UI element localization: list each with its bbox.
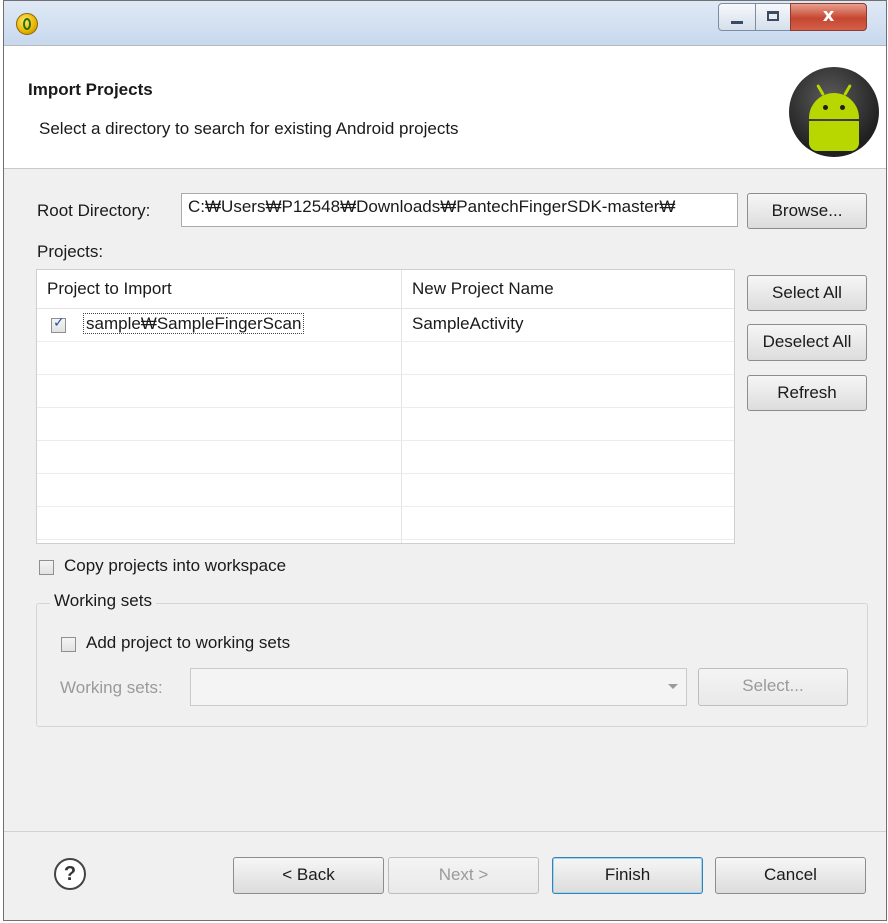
back-button[interactable]: < Back (233, 857, 384, 894)
projects-label: Projects: (37, 242, 104, 261)
projects-table[interactable]: Project to Import New Project Name sampl… (36, 269, 735, 544)
android-logo (789, 67, 879, 157)
deselect-all-button[interactable]: Deselect All (747, 324, 867, 361)
android-eye-left (823, 105, 828, 110)
title-bar: x (4, 1, 886, 45)
select-working-sets-button[interactable]: Select... (698, 668, 848, 706)
android-body (809, 121, 859, 151)
browse-button[interactable]: Browse... (747, 193, 867, 229)
table-row-empty (37, 408, 734, 441)
project-to-import-cell: sample₩SampleFingerScan (83, 309, 305, 342)
footer-divider (4, 831, 886, 832)
working-sets-combo[interactable] (190, 668, 687, 706)
select-all-button[interactable]: Select All (747, 275, 867, 311)
help-icon[interactable]: ? (54, 858, 86, 890)
minimize-icon (731, 21, 743, 24)
copy-into-workspace-checkbox[interactable] (39, 560, 54, 575)
project-name: sample₩SampleFingerScan (83, 313, 305, 334)
table-row[interactable]: sample₩SampleFingerScan SampleActivity (37, 309, 734, 342)
page-description: Select a directory to search for existin… (39, 119, 459, 138)
table-header: Project to Import New Project Name (37, 270, 734, 309)
column-header-project-to-import[interactable]: Project to Import (47, 270, 172, 308)
add-to-working-sets-label[interactable]: Add project to working sets (86, 633, 290, 653)
project-import-checkbox[interactable] (51, 315, 66, 333)
finish-button[interactable]: Finish (552, 857, 703, 894)
refresh-button[interactable]: Refresh (747, 375, 867, 411)
wizard-banner: Import Projects Select a directory to se… (4, 45, 886, 169)
chevron-down-icon (668, 684, 678, 689)
table-row-empty (37, 342, 734, 375)
close-icon: x (822, 5, 835, 26)
working-sets-label: Working sets: (60, 678, 163, 697)
close-button[interactable]: x (790, 3, 867, 31)
working-sets-group-title: Working sets (50, 591, 156, 611)
eclipse-adt-icon (16, 13, 38, 35)
add-to-working-sets-checkbox[interactable] (61, 637, 76, 652)
table-row-empty (37, 474, 734, 507)
import-projects-dialog: x Import Projects Select a directory to … (3, 0, 887, 921)
next-button[interactable]: Next > (388, 857, 539, 894)
table-row-empty (37, 375, 734, 408)
maximize-icon (767, 11, 779, 21)
minimize-button[interactable] (718, 3, 756, 31)
root-directory-label: Root Directory: (37, 201, 151, 220)
table-row-empty (37, 441, 734, 474)
android-head (809, 93, 859, 119)
android-antenna-right (843, 84, 852, 96)
column-header-new-project-name[interactable]: New Project Name (412, 270, 554, 308)
working-sets-group (36, 603, 868, 727)
cancel-button[interactable]: Cancel (715, 857, 866, 894)
root-directory-input[interactable]: C:₩Users₩P12548₩Downloads₩PantechFingerS… (181, 193, 738, 227)
maximize-button[interactable] (755, 3, 791, 31)
new-project-name-cell[interactable]: SampleActivity (412, 309, 523, 342)
copy-into-workspace-label[interactable]: Copy projects into workspace (64, 556, 286, 576)
page-title: Import Projects (28, 80, 153, 99)
android-eye-right (840, 105, 845, 110)
table-row-empty (37, 507, 734, 540)
